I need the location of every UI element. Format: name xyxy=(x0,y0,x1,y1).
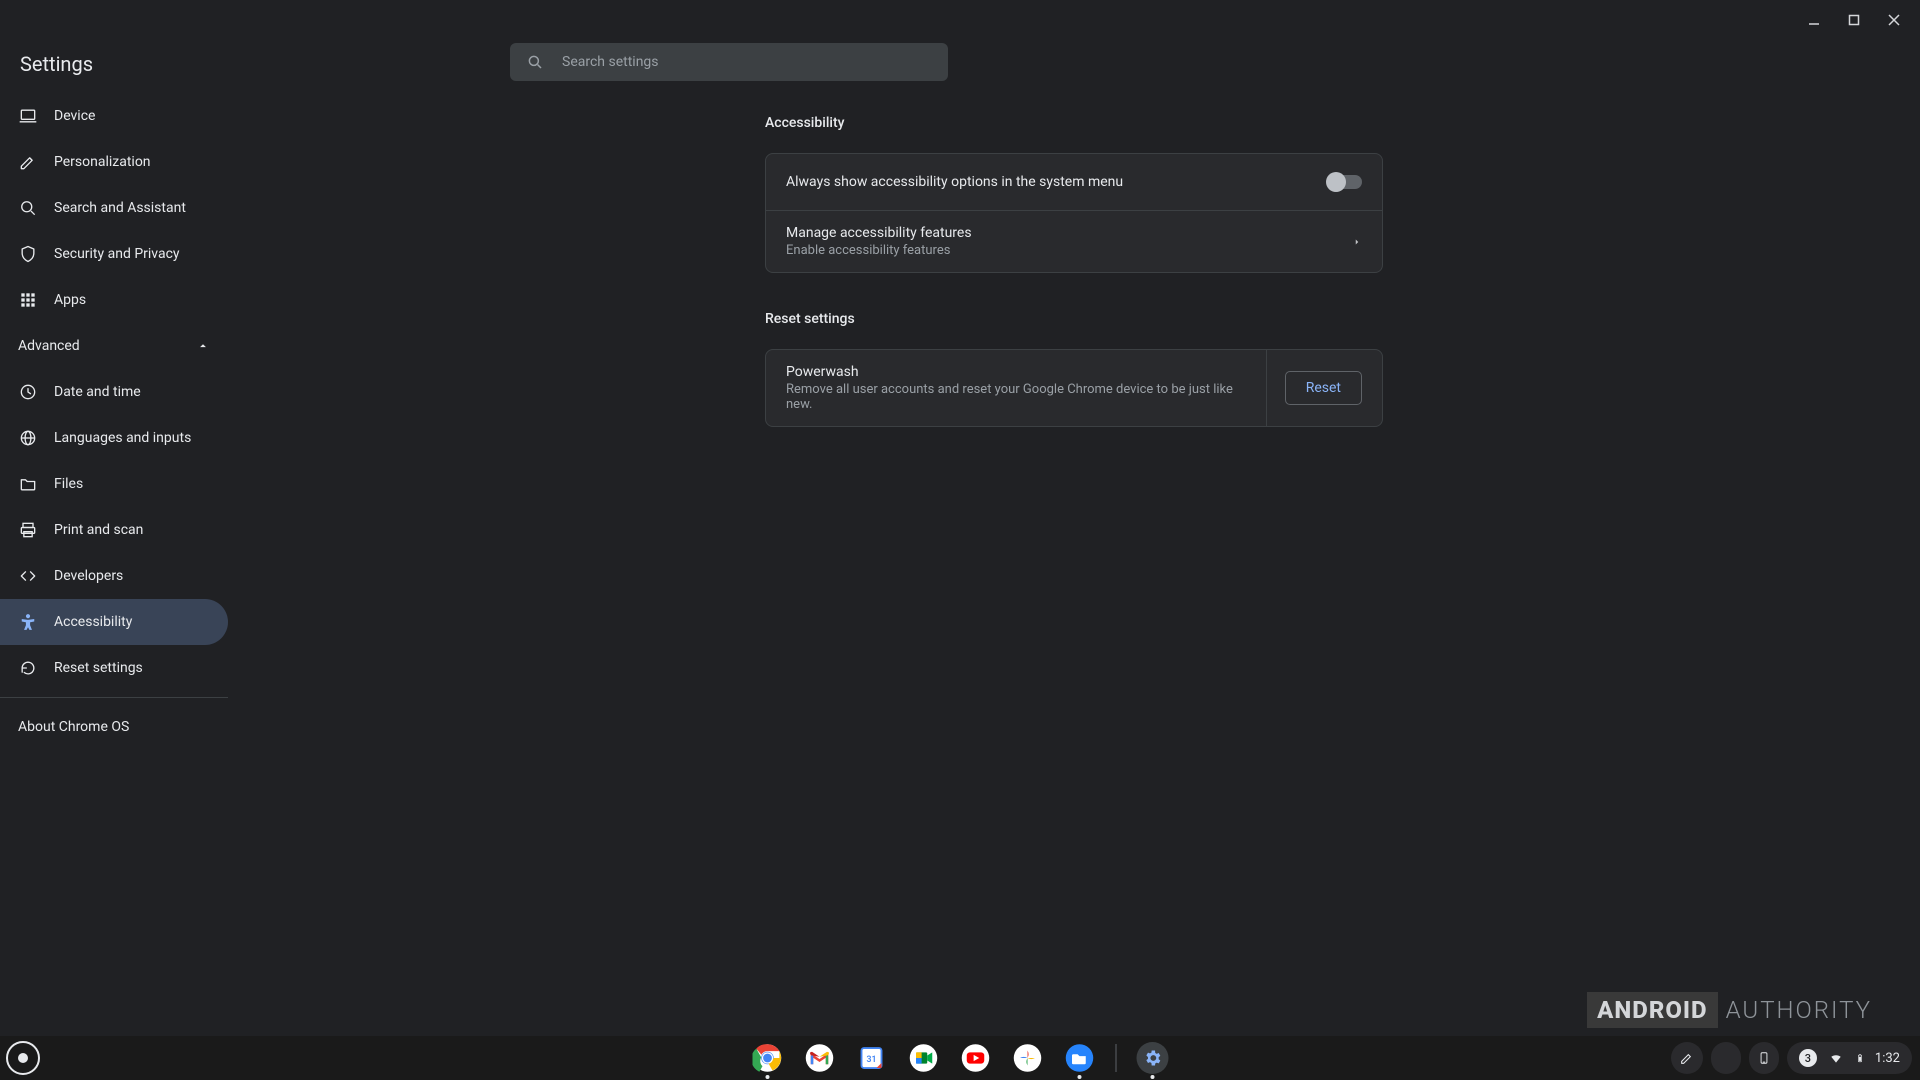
content-area: Accessibility Always show accessibility … xyxy=(228,87,1920,1036)
shelf-app-youtube[interactable] xyxy=(960,1042,992,1074)
status-tray[interactable]: 3 1:32 xyxy=(1787,1042,1912,1074)
sidebar-item-accessibility[interactable]: Accessibility xyxy=(0,599,228,645)
search-icon xyxy=(526,53,544,71)
shelf-app-calendar[interactable]: 31 xyxy=(856,1042,888,1074)
folder-icon xyxy=(18,474,38,494)
accessibility-card: Always show accessibility options in the… xyxy=(765,153,1383,273)
about-label: About Chrome OS xyxy=(18,719,129,735)
phone-hub-button[interactable] xyxy=(1749,1042,1779,1074)
row-always-show-a11y[interactable]: Always show accessibility options in the… xyxy=(766,154,1382,210)
shelf: 31 3 xyxy=(0,1036,1920,1080)
sidebar-advanced-toggle[interactable]: Advanced xyxy=(0,323,228,369)
wifi-icon xyxy=(1827,1051,1845,1065)
row-label: Manage accessibility features xyxy=(786,225,972,241)
sidebar-item-languages[interactable]: Languages and inputs xyxy=(0,415,228,461)
row-sublabel: Enable accessibility features xyxy=(786,243,972,258)
sidebar-item-label: Languages and inputs xyxy=(54,430,191,446)
row-manage-a11y[interactable]: Manage accessibility features Enable acc… xyxy=(766,210,1382,272)
sidebar-item-label: Search and Assistant xyxy=(54,200,186,216)
apps-icon xyxy=(18,290,38,310)
reset-icon xyxy=(18,658,38,678)
accessibility-icon xyxy=(18,612,38,632)
sidebar-item-label: Personalization xyxy=(54,154,151,170)
sidebar-item-label: Reset settings xyxy=(54,660,143,676)
shelf-app-chrome[interactable] xyxy=(752,1042,784,1074)
advanced-label: Advanced xyxy=(18,338,80,354)
search-icon xyxy=(18,198,38,218)
sidebar-item-label: Device xyxy=(54,108,95,124)
sidebar-item-reset-settings[interactable]: Reset settings xyxy=(0,645,228,691)
stylus-tools-button[interactable] xyxy=(1671,1042,1703,1074)
search-input[interactable] xyxy=(562,54,932,70)
app-indicator xyxy=(1151,1075,1155,1079)
section-title-reset: Reset settings xyxy=(765,311,1383,327)
launcher-icon xyxy=(18,1053,28,1063)
code-icon xyxy=(18,566,38,586)
notification-badge: 3 xyxy=(1799,1049,1817,1067)
launcher-button[interactable] xyxy=(6,1041,40,1075)
sidebar-item-label: Developers xyxy=(54,568,123,584)
sidebar-item-label: Print and scan xyxy=(54,522,143,538)
sidebar-item-about[interactable]: About Chrome OS xyxy=(0,704,228,750)
app-indicator xyxy=(1078,1075,1082,1079)
toggle-always-show-a11y[interactable] xyxy=(1328,175,1362,189)
watermark: ANDROID AUTHORITY xyxy=(1587,992,1872,1028)
shelf-app-photos[interactable] xyxy=(1012,1042,1044,1074)
reset-card: Powerwash Remove all user accounts and r… xyxy=(765,349,1383,427)
sidebar-item-device[interactable]: Device xyxy=(0,93,228,139)
row-label: Powerwash xyxy=(786,364,1250,380)
sidebar-item-label: Apps xyxy=(54,292,86,308)
chevron-right-icon xyxy=(1352,235,1362,249)
sidebar-item-print-scan[interactable]: Print and scan xyxy=(0,507,228,553)
svg-text:31: 31 xyxy=(867,1055,877,1065)
row-label: Always show accessibility options in the… xyxy=(786,174,1123,190)
sidebar-item-label: Date and time xyxy=(54,384,141,400)
sidebar-item-search-assistant[interactable]: Search and Assistant xyxy=(0,185,228,231)
chevron-up-icon xyxy=(196,339,210,353)
battery-icon xyxy=(1855,1049,1865,1067)
laptop-icon xyxy=(18,106,38,126)
sidebar-item-label: Files xyxy=(54,476,83,492)
sidebar-item-files[interactable]: Files xyxy=(0,461,228,507)
printer-icon xyxy=(18,520,38,540)
shelf-divider xyxy=(1116,1044,1117,1072)
globe-icon xyxy=(18,428,38,448)
vertical-divider xyxy=(1266,350,1267,426)
sidebar-item-personalization[interactable]: Personalization xyxy=(0,139,228,185)
edit-icon xyxy=(18,152,38,172)
reset-button[interactable]: Reset xyxy=(1285,371,1362,405)
shield-icon xyxy=(18,244,38,264)
shelf-app-files[interactable] xyxy=(1064,1042,1096,1074)
app-title: Settings xyxy=(20,52,93,76)
sidebar-item-security-privacy[interactable]: Security and Privacy xyxy=(0,231,228,277)
row-powerwash: Powerwash Remove all user accounts and r… xyxy=(766,350,1382,426)
app-indicator xyxy=(766,1075,770,1079)
search-box[interactable] xyxy=(510,43,948,81)
sidebar-item-developers[interactable]: Developers xyxy=(0,553,228,599)
watermark-box: ANDROID xyxy=(1587,992,1717,1028)
clock-icon xyxy=(18,382,38,402)
section-title-accessibility: Accessibility xyxy=(765,115,1383,131)
sidebar-item-apps[interactable]: Apps xyxy=(0,277,228,323)
sidebar-item-label: Accessibility xyxy=(54,614,132,630)
clock-text: 1:32 xyxy=(1875,1051,1900,1066)
row-sublabel: Remove all user accounts and reset your … xyxy=(786,382,1250,412)
shelf-app-gmail[interactable] xyxy=(804,1042,836,1074)
sidebar: Device Personalization Search and Assist… xyxy=(0,87,228,1036)
sidebar-item-date-time[interactable]: Date and time xyxy=(0,369,228,415)
shelf-app-settings[interactable] xyxy=(1137,1042,1169,1074)
holding-space-button[interactable] xyxy=(1711,1042,1741,1074)
watermark-text: AUTHORITY xyxy=(1726,996,1872,1024)
sidebar-divider xyxy=(0,697,228,698)
shelf-app-meet[interactable] xyxy=(908,1042,940,1074)
sidebar-item-label: Security and Privacy xyxy=(54,246,180,262)
